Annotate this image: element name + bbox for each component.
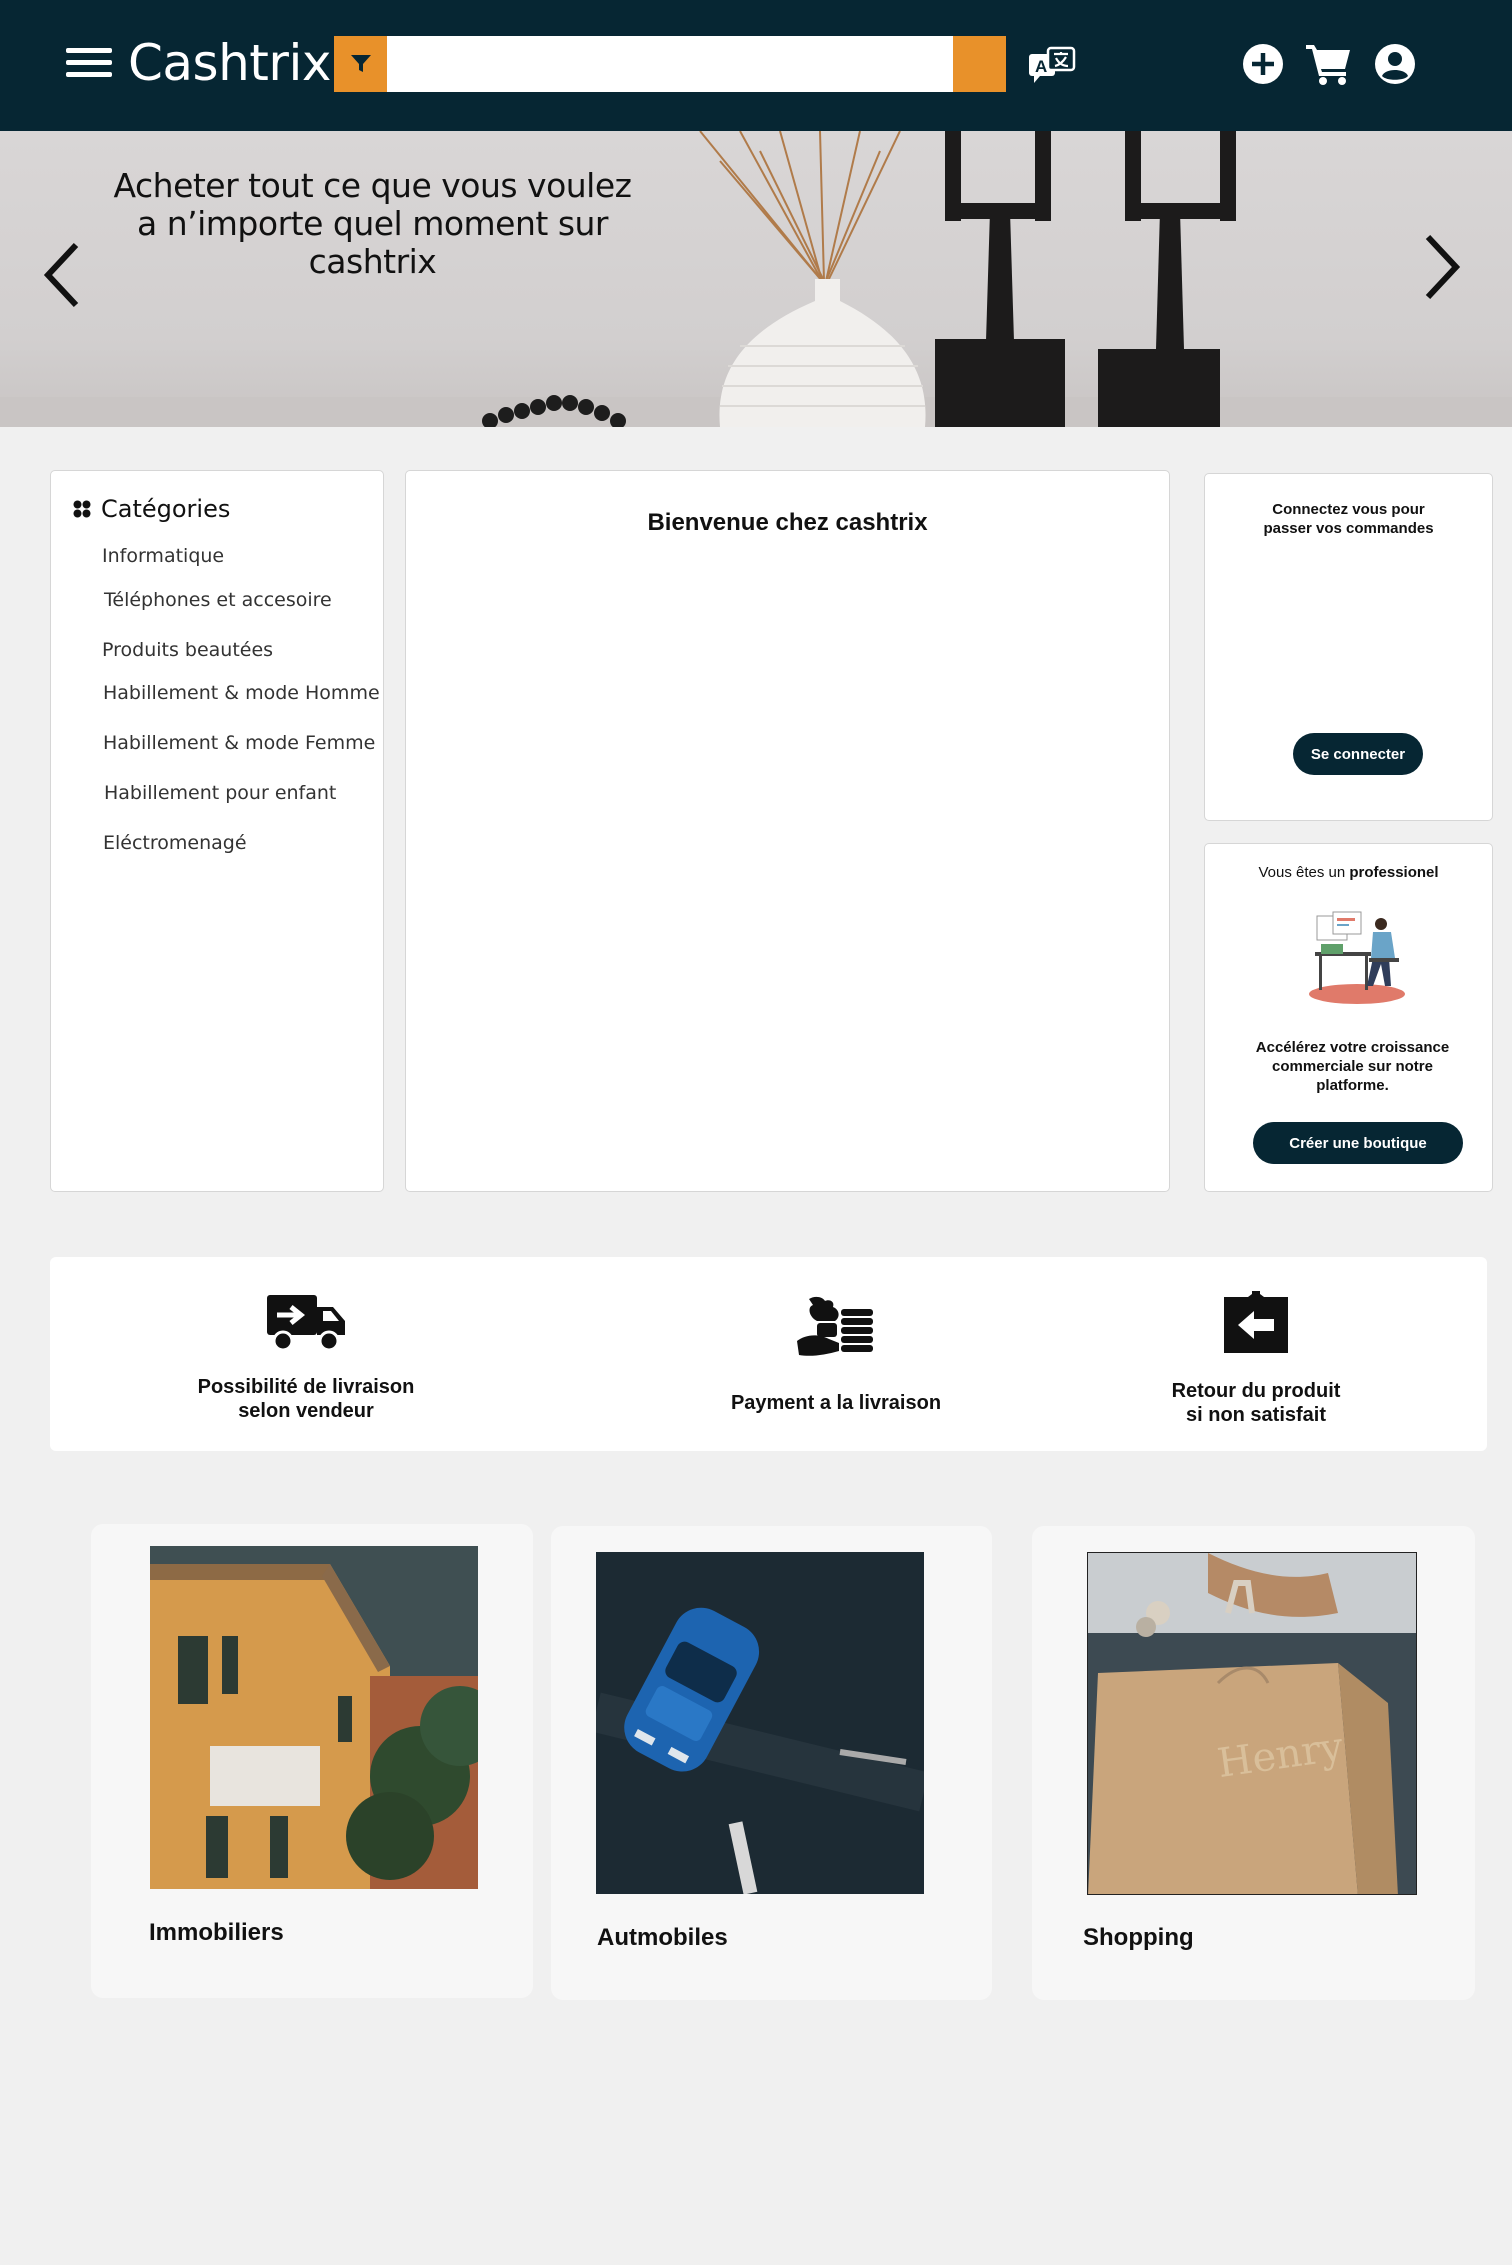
- feature-payment: Payment a la livraison: [676, 1293, 996, 1415]
- create-shop-button[interactable]: Créer une boutique: [1253, 1122, 1463, 1164]
- card-immobiliers[interactable]: Immobiliers: [91, 1524, 533, 1998]
- payment-hand-coins-icon: [797, 1296, 873, 1356]
- login-prompt: Connectez vous pour passer vos commandes: [1263, 501, 1434, 537]
- top-navbar: Cashtrix A: [0, 0, 1512, 131]
- search-input[interactable]: [387, 36, 953, 92]
- translate-icon[interactable]: A: [1028, 46, 1076, 84]
- categories-title: Catégories: [101, 495, 231, 523]
- feature-return: Retour du produit si non satisfait: [1146, 1291, 1366, 1427]
- feature-return-line2: si non satisfait: [1185, 1404, 1327, 1426]
- feature-delivery-line1: Possibilité de livraison: [197, 1376, 415, 1398]
- card-automobiles[interactable]: Autmobiles: [551, 1526, 992, 2000]
- feature-delivery: Possibilité de livraison selon vendeur: [196, 1291, 416, 1423]
- category-item-homme[interactable]: Habillement & mode Homme: [103, 682, 380, 704]
- category-item-telephones[interactable]: Téléphones et accesoire: [104, 589, 332, 611]
- return-box-icon: [1224, 1291, 1288, 1353]
- card-image-automobiles: [596, 1552, 924, 1894]
- card-label-shopping: Shopping: [1083, 1924, 1194, 1951]
- professional-prompt: Vous êtes un professionel: [1205, 864, 1492, 881]
- carousel-next-arrow-icon[interactable]: [1418, 231, 1464, 303]
- search-button[interactable]: [953, 36, 1006, 92]
- carousel-prev-arrow-icon[interactable]: [40, 239, 86, 311]
- brand-logo[interactable]: Cashtrix: [128, 34, 331, 92]
- feature-delivery-line2: selon vendeur: [238, 1400, 374, 1422]
- feature-return-line1: Retour du produit: [1171, 1380, 1341, 1402]
- categories-heading: Catégories: [73, 495, 230, 523]
- card-image-immobiliers: [150, 1546, 478, 1889]
- feature-payment-line1: Payment a la livraison: [730, 1392, 942, 1414]
- filter-icon: [350, 55, 371, 72]
- card-label-automobiles: Autmobiles: [597, 1924, 728, 1951]
- category-item-electromenager[interactable]: Eléctromenagé: [103, 832, 247, 854]
- add-icon[interactable]: [1242, 43, 1284, 85]
- login-button[interactable]: Se connecter: [1293, 733, 1423, 775]
- menu-icon[interactable]: [66, 48, 112, 82]
- professional-description: Accélérez votre croissance commerciale s…: [1255, 1039, 1450, 1094]
- professional-panel: Vous êtes un professionel Accélérez votr…: [1204, 843, 1493, 1192]
- filter-button[interactable]: [334, 36, 387, 92]
- delivery-truck-icon: [267, 1295, 345, 1352]
- category-item-enfant[interactable]: Habillement pour enfant: [104, 782, 336, 804]
- search-bar: [334, 36, 1006, 92]
- card-image-shopping: Henry: [1087, 1552, 1417, 1895]
- professional-prompt-prefix: Vous êtes un: [1258, 864, 1346, 881]
- card-shopping[interactable]: Henry Shopping: [1032, 1526, 1475, 2000]
- cart-icon[interactable]: [1306, 42, 1352, 86]
- hero-title: Acheter tout ce que vous voulez a n’impo…: [113, 166, 632, 281]
- category-item-informatique[interactable]: Informatique: [102, 545, 224, 567]
- hero-banner: Acheter tout ce que vous voulez a n’impo…: [0, 131, 1512, 427]
- category-item-beaute[interactable]: Produits beautées: [102, 639, 273, 661]
- welcome-title: Bienvenue chez cashtrix: [647, 509, 928, 536]
- svg-text:A: A: [1035, 57, 1047, 76]
- professional-illustration: [1309, 911, 1405, 1004]
- user-icon[interactable]: [1374, 43, 1416, 85]
- login-panel: Connectez vous pour passer vos commandes…: [1204, 473, 1493, 821]
- categories-panel: Catégories Informatique Téléphones et ac…: [50, 470, 384, 1192]
- professional-prompt-bold: professionel: [1349, 864, 1439, 881]
- features-bar: Possibilité de livraison selon vendeur P…: [50, 1257, 1487, 1451]
- card-label-immobiliers: Immobiliers: [149, 1919, 284, 1946]
- category-item-femme[interactable]: Habillement & mode Femme: [103, 732, 375, 754]
- welcome-panel: Bienvenue chez cashtrix: [405, 470, 1170, 1192]
- grid-dots-icon: [73, 500, 91, 518]
